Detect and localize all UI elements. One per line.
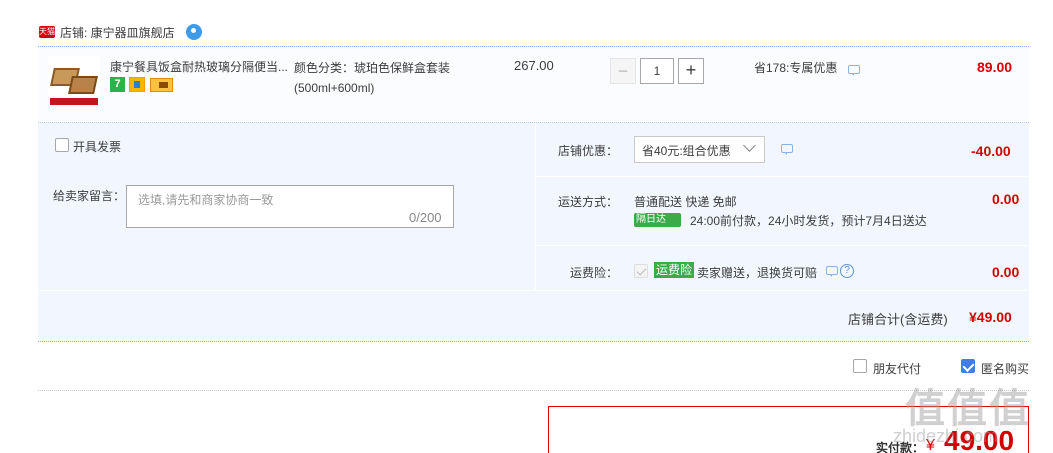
tmall-badge: 天猫 [39,26,55,38]
anonymous-purchase-checkbox[interactable] [961,359,975,373]
shop-subtotal-amount: ¥49.00 [969,309,1012,325]
memo-label: 给卖家留言： [53,189,126,203]
unit-price: 267.00 [514,58,554,73]
product-sku: 颜色分类：琥珀色保鲜盒套装(500ml+600ml) [294,61,451,95]
product-title[interactable]: 康宁餐具饭盒耐热玻璃分隔便当... [110,58,290,75]
watermark-url: zhidezhi.com [893,426,999,446]
quantity-decrease-button[interactable]: − [610,58,636,84]
wangwang-chat-icon[interactable] [186,24,202,40]
insurance-amount: 0.00 [992,264,1020,280]
item-promotion: 省178:专属优惠 [754,61,838,75]
promo-comment-icon[interactable] [848,65,860,76]
friend-pay-label[interactable]: 朋友代付 [873,360,921,377]
seller-message-placeholder: 选填,请先和商家协商一致 [138,193,274,207]
insurance-comment-icon[interactable] [826,266,838,277]
message-char-count: 0/200 [409,210,442,225]
insurance-tag: 运费险 [654,262,695,278]
quality-guarantee-icon [129,77,145,92]
shipping-amount: 0.00 [992,191,1020,207]
shipping-label: 运送方式： [558,195,619,209]
shop-name[interactable]: 店铺: 康宁器皿旗舰店 [60,24,175,41]
product-thumbnail[interactable] [48,56,100,108]
next-day-delivery-badge: 隔日达 [634,213,681,227]
insurance-description: 卖家赠送，退换货可赔 [697,266,818,280]
delivery-estimate: 24:00前付款，24小时发货，预计7月4日送达 [690,214,927,228]
invoice-checkbox[interactable] [55,138,69,152]
shop-discount-amount: -40.00 [971,143,1011,159]
shipping-method: 普通配送 快递 免邮 [634,195,737,209]
insurance-label: 运费险： [570,266,619,280]
quantity-input[interactable]: 1 [640,58,674,84]
shop-subtotal-label: 店铺合计(含运费) [848,312,948,327]
quantity-increase-button[interactable]: + [678,58,704,84]
friend-pay-checkbox[interactable] [853,359,867,373]
anonymous-purchase-label[interactable]: 匿名购买 [981,360,1029,377]
help-icon[interactable]: ? [840,264,854,278]
shop-discount-label: 店铺优惠： [558,144,619,158]
credit-card-icon [150,78,173,92]
discount-comment-icon[interactable] [781,144,793,155]
item-total: 89.00 [977,59,1013,75]
insurance-checkbox [634,264,648,278]
seven-day-return-icon: 7 [110,77,125,92]
shop-discount-value: 省40元:组合优惠 [642,144,731,158]
invoice-label[interactable]: 开具发票 [73,138,121,155]
